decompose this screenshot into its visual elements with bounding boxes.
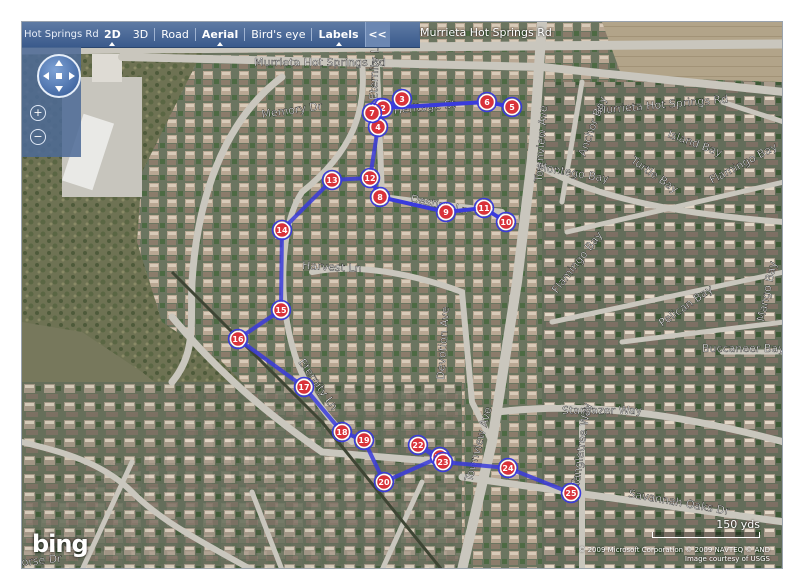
street-label: Buccaneer Bay	[702, 342, 783, 355]
route-waypoint-marker[interactable]: 13	[321, 169, 343, 191]
route-waypoint-marker[interactable]: 7	[361, 102, 383, 124]
route-waypoint-marker[interactable]: 25	[560, 482, 582, 504]
route-waypoint-marker[interactable]: 11	[473, 197, 495, 219]
route-waypoint-marker[interactable]: 14	[271, 219, 293, 241]
route-waypoint-marker[interactable]: 3	[391, 88, 413, 110]
route-waypoint-marker[interactable]: 22	[407, 434, 429, 456]
copyright-line: © 2009 Microsoft Corporation © 2009 NAVT…	[578, 546, 770, 554]
route-waypoint-marker[interactable]: 8	[369, 186, 391, 208]
street-label: Murrieta Hot Springs Rd	[254, 56, 386, 69]
waypoint-number: 9	[443, 208, 449, 217]
road-view-button[interactable]: Road	[155, 22, 195, 47]
scale-line	[652, 532, 760, 538]
waypoint-number: 6	[484, 98, 490, 107]
route-waypoint-marker[interactable]: 24	[497, 457, 519, 479]
waypoint-number: 14	[276, 226, 288, 235]
navigation-panel: + −	[22, 47, 81, 157]
labels-toggle-button[interactable]: Labels	[312, 22, 364, 47]
scale-bar: 150 yds	[652, 518, 760, 538]
waypoint-number: 20	[378, 478, 390, 487]
route-waypoint-marker[interactable]: 16	[227, 328, 249, 350]
bing-logo: bing	[32, 530, 89, 558]
waypoint-number: 5	[509, 103, 515, 112]
waypoint-number: 3	[399, 95, 405, 104]
street-label: Murrieta Hot Springs Rd	[420, 26, 552, 39]
route-waypoint-marker[interactable]: 23	[432, 451, 454, 473]
waypoint-number: 10	[500, 218, 512, 227]
selected-caret-icon	[109, 42, 116, 46]
waypoint-number: 15	[275, 306, 287, 315]
aerial-view-button[interactable]: Aerial	[196, 22, 244, 47]
waypoint-number: 22	[412, 441, 423, 450]
waypoint-number: 19	[358, 436, 370, 445]
scale-label: 150 yds	[716, 518, 760, 531]
street-label: Stargazer Way	[562, 404, 643, 417]
route-waypoint-marker[interactable]: 9	[435, 201, 457, 223]
route-waypoint-marker[interactable]: 18	[331, 421, 353, 443]
birds-eye-label: Bird's eye	[251, 28, 306, 41]
zoom-in-button[interactable]: +	[30, 105, 46, 121]
copyright-notice: © 2009 Microsoft Corporation © 2009 NAVT…	[550, 546, 770, 564]
road-view-label: Road	[161, 28, 189, 41]
aerial-imagery: Murrieta Hot Springs Rd Murrieta Hot Spr…	[22, 22, 783, 568]
route-waypoint-marker[interactable]: 19	[353, 429, 375, 451]
selected-caret-icon	[217, 42, 224, 46]
compass-pan-icon[interactable]	[37, 54, 81, 98]
page-frame: Murrieta Hot Springs Rd Murrieta Hot Spr…	[0, 0, 801, 580]
waypoint-number: 8	[377, 193, 383, 202]
map-canvas[interactable]: Murrieta Hot Springs Rd Murrieta Hot Spr…	[21, 21, 783, 569]
view-2d-button[interactable]: 2D	[98, 22, 127, 47]
waypoint-number: 18	[336, 428, 348, 437]
route-waypoint-marker[interactable]: 12	[359, 167, 381, 189]
waypoint-number: 11	[478, 204, 490, 213]
route-waypoint-marker[interactable]: 10	[495, 211, 517, 233]
map-toolbar: Hot Springs Rd 2D 3D Road Aerial Bird's …	[22, 22, 420, 48]
waypoint-number: 7	[369, 109, 375, 118]
route-waypoint-marker[interactable]: 20	[373, 471, 395, 493]
waypoint-number: 17	[298, 383, 309, 392]
location-search-text[interactable]: Hot Springs Rd	[22, 22, 98, 47]
view-3d-label: 3D	[132, 28, 149, 41]
waypoint-number: 12	[364, 174, 375, 183]
waypoint-number: 16	[232, 335, 244, 344]
waypoint-number: 24	[502, 464, 514, 473]
zoom-out-button[interactable]: −	[30, 129, 46, 145]
labels-toggle-label: Labels	[318, 28, 359, 41]
view-3d-button[interactable]: 3D	[127, 22, 154, 47]
selected-caret-icon	[335, 42, 342, 46]
birds-eye-button[interactable]: Bird's eye	[245, 22, 311, 47]
route-waypoint-marker[interactable]: 6	[476, 91, 498, 113]
street-label: Eternity Ln	[367, 40, 382, 100]
waypoint-number: 23	[437, 458, 448, 467]
route-waypoint-marker[interactable]: 17	[293, 376, 315, 398]
aerial-view-label: Aerial	[201, 28, 239, 41]
waypoint-number: 4	[375, 123, 381, 132]
copyright-line: Image courtesy of USGS	[684, 555, 770, 563]
route-waypoint-marker[interactable]: 15	[270, 299, 292, 321]
waypoint-number: 13	[326, 176, 337, 185]
view-2d-label: 2D	[104, 28, 121, 41]
waypoint-number: 25	[565, 489, 577, 498]
collapse-toolbar-button[interactable]: <<	[364, 22, 390, 47]
route-waypoint-marker[interactable]: 5	[501, 96, 523, 118]
